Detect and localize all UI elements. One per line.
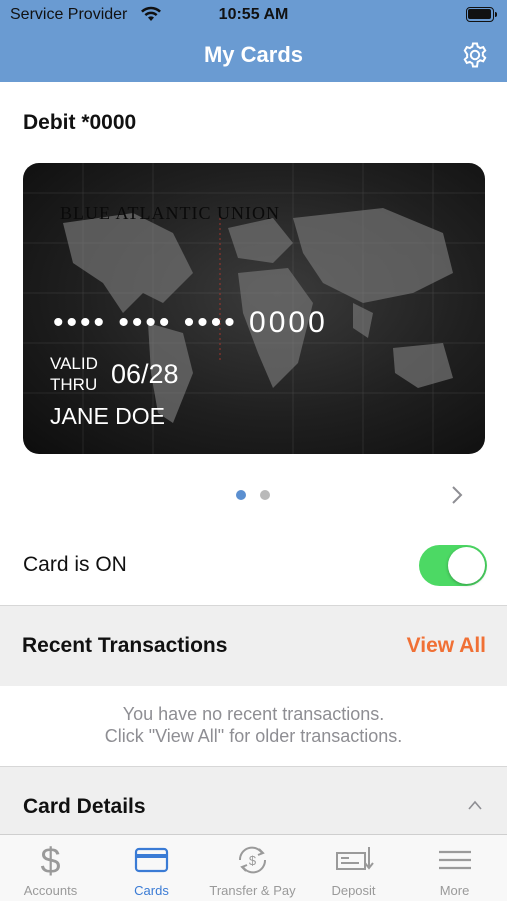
status-bar: Service Provider 10:55 AM <box>0 0 507 30</box>
status-time: 10:55 AM <box>218 6 289 23</box>
pager-dot-active[interactable] <box>236 490 246 500</box>
empty-message-line2: Click "View All" for older transactions. <box>104 726 403 746</box>
svg-text:$: $ <box>249 853 257 868</box>
card-status-label: Card is ON <box>23 553 127 576</box>
card-expiry: 06/28 <box>111 359 179 389</box>
recent-transactions-title: Recent Transactions <box>22 634 228 657</box>
menu-icon <box>439 850 471 870</box>
card-holder-name: JANE DOE <box>50 403 166 429</box>
tab-cards[interactable]: Cards <box>101 835 202 901</box>
debit-card[interactable]: BLUE ATLANTIC UNION •••• •••• •••• 0000 … <box>23 163 485 454</box>
pager-dot[interactable] <box>260 490 270 500</box>
tab-label: Transfer & Pay <box>209 883 296 898</box>
empty-transactions-message: You have no recent transactions. Click "… <box>0 703 507 747</box>
tab-more[interactable]: More <box>404 835 505 901</box>
svg-text:$: $ <box>40 843 60 877</box>
app-header: Service Provider 10:55 AM My Cards <box>0 0 507 82</box>
tab-label: More <box>439 883 470 898</box>
card-on-toggle[interactable] <box>419 545 487 586</box>
chevron-right-icon[interactable] <box>449 484 465 506</box>
tab-label: Cards <box>134 883 169 898</box>
valid-thru-label: VALID THRU <box>50 354 98 394</box>
card-label: Debit *0000 <box>23 111 137 134</box>
empty-message-line1: You have no recent transactions. <box>122 704 385 724</box>
tab-deposit[interactable]: Deposit <box>303 835 404 901</box>
bank-logo: BLUE ATLANTIC UNION <box>60 203 280 223</box>
page-title: My Cards <box>203 42 304 67</box>
recent-transactions-header: Recent Transactions View All <box>0 606 507 686</box>
tab-label: Accounts <box>23 883 78 898</box>
view-all-link[interactable]: View All <box>407 634 486 658</box>
tab-bar: $ Accounts Cards $ Transfer & Pay Deposi… <box>0 834 507 901</box>
credit-card-icon <box>134 847 169 873</box>
check-deposit-icon <box>336 847 374 870</box>
dollar-icon: $ <box>40 843 60 877</box>
card-details-row[interactable]: Card Details <box>0 767 507 834</box>
tab-accounts[interactable]: $ Accounts <box>0 835 101 901</box>
tab-transfer-pay[interactable]: $ Transfer & Pay <box>202 835 303 901</box>
transfer-icon: $ <box>238 846 267 874</box>
battery-icon <box>466 7 497 22</box>
tab-label: Deposit <box>331 883 376 898</box>
toggle-knob <box>448 547 485 584</box>
gear-icon[interactable] <box>461 41 489 69</box>
card-number: •••• •••• •••• 0000 <box>53 306 328 339</box>
chevron-up-icon <box>468 800 482 810</box>
card-details-title: Card Details <box>23 795 146 818</box>
